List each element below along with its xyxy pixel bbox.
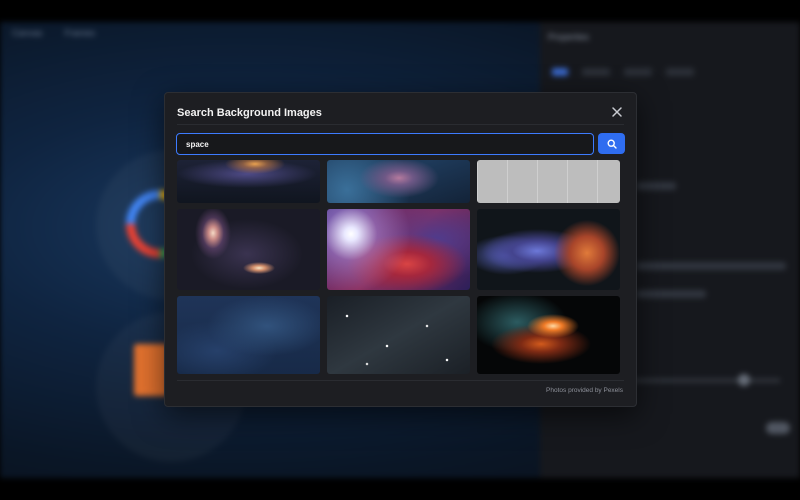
background-panel-title: Properties	[548, 32, 590, 42]
close-icon	[612, 107, 622, 117]
search-input[interactable]	[176, 133, 594, 155]
image-result-star-field[interactable]	[327, 296, 470, 374]
background-tab	[552, 68, 568, 76]
background-panel-tabs	[552, 68, 694, 76]
close-button[interactable]	[610, 105, 624, 119]
background-panel-line	[636, 182, 676, 190]
background-toggle	[766, 422, 790, 434]
background-panel-line	[636, 262, 786, 270]
search-background-images-dialog: Search Background Images Photos provided…	[164, 92, 637, 407]
image-result-spiral-galaxies[interactable]	[177, 209, 320, 290]
background-tab	[582, 68, 610, 76]
background-tab	[624, 68, 652, 76]
image-result-blue-space-clouds[interactable]	[177, 296, 320, 374]
dialog-title: Search Background Images	[177, 107, 322, 119]
pexels-credit: Photos provided by Pexels	[546, 387, 623, 394]
background-orange-shape	[134, 344, 168, 396]
background-topbar-item: Frames	[64, 28, 96, 38]
image-result-blue-nebula[interactable]	[327, 160, 470, 203]
image-results-grid[interactable]	[177, 160, 623, 375]
background-topbar-item: Canvas	[12, 28, 43, 38]
image-result-colorful-nebula[interactable]	[477, 209, 620, 290]
image-result-red-nebula[interactable]	[327, 209, 470, 290]
image-result-orange-swirl[interactable]	[477, 296, 620, 374]
background-slider-knob	[738, 374, 750, 386]
search-button[interactable]	[598, 133, 625, 154]
search-icon	[606, 138, 617, 149]
image-result-milky-way[interactable]	[177, 160, 320, 203]
divider	[177, 124, 624, 125]
background-tab	[666, 68, 694, 76]
background-topbar: Canvas Frames	[0, 22, 540, 46]
background-panel-line	[636, 290, 706, 298]
image-result-grey-texture[interactable]	[477, 160, 620, 203]
divider	[177, 380, 624, 381]
